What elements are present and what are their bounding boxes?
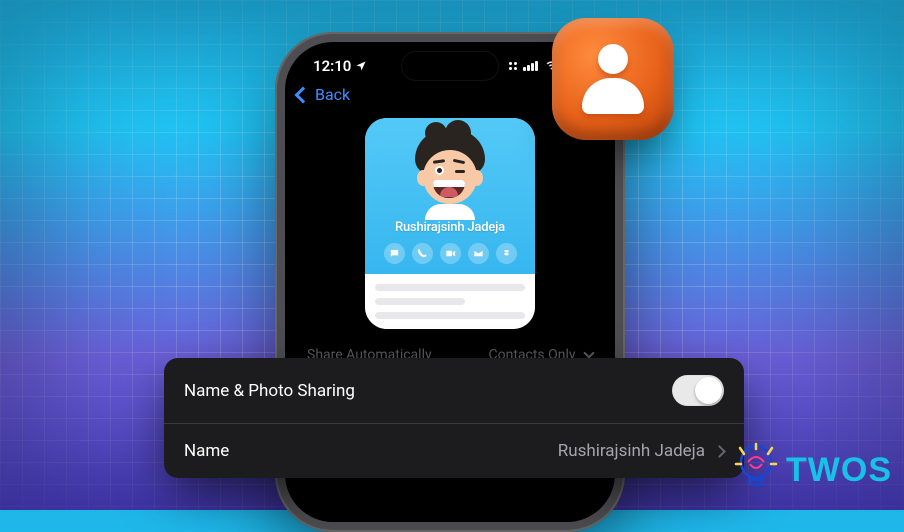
- message-icon[interactable]: [384, 243, 405, 264]
- camera-control-icon: [509, 62, 517, 70]
- contacts-app-badge: [552, 18, 674, 140]
- location-arrow-icon: [355, 60, 367, 72]
- twos-brand-text: TWOS: [786, 451, 892, 490]
- lightbulb-icon: [732, 442, 780, 498]
- toggle-knob: [695, 377, 722, 404]
- contact-card-fields: [365, 274, 535, 329]
- name-photo-sharing-row[interactable]: Name & Photo Sharing: [164, 358, 744, 423]
- name-row-value: Rushirajsinh Jadeja: [558, 441, 705, 461]
- contact-card-poster: Rushirajsinh Jadeja: [365, 118, 535, 274]
- twos-watermark: TWOS: [732, 442, 892, 498]
- chevron-left-icon: [295, 86, 312, 103]
- memoji-avatar: [411, 136, 489, 214]
- name-photo-sharing-label: Name & Photo Sharing: [184, 381, 355, 401]
- contact-card-actions: [384, 243, 517, 264]
- settings-panel: Name & Photo Sharing Name Rushirajsinh J…: [164, 358, 744, 478]
- dynamic-island: [402, 52, 498, 80]
- person-icon: [598, 44, 628, 74]
- status-time: 12:10: [313, 57, 351, 75]
- name-row-label: Name: [184, 441, 229, 461]
- pay-icon[interactable]: [496, 243, 517, 264]
- cellular-signal-icon: [523, 61, 538, 71]
- back-label: Back: [315, 85, 350, 104]
- call-icon[interactable]: [412, 243, 433, 264]
- name-photo-sharing-toggle[interactable]: [672, 375, 724, 406]
- chevron-right-icon: [713, 445, 726, 458]
- video-icon[interactable]: [440, 243, 461, 264]
- mail-icon[interactable]: [468, 243, 489, 264]
- contact-card-name: Rushirajsinh Jadeja: [395, 220, 505, 235]
- name-row[interactable]: Name Rushirajsinh Jadeja: [164, 423, 744, 478]
- chevron-down-icon: [583, 347, 594, 358]
- contact-card-preview[interactable]: Rushirajsinh Jadeja: [365, 118, 535, 329]
